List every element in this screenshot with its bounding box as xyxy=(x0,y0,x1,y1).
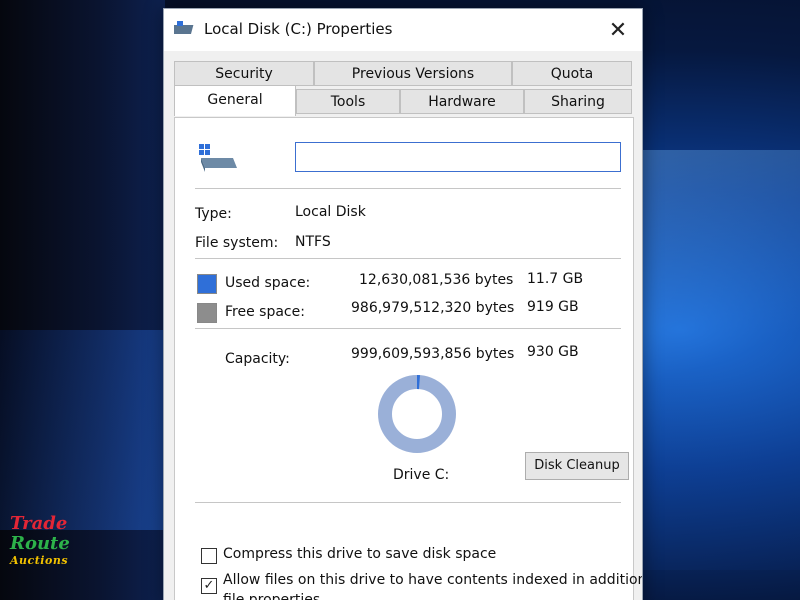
title-bar[interactable]: Local Disk (C:) Properties ✕ xyxy=(164,9,642,51)
compress-label: Compress this drive to save disk space xyxy=(223,546,497,562)
watermark-logo: Trade Route Auctions xyxy=(10,514,82,588)
desktop-wallpaper xyxy=(640,150,800,570)
disk-cleanup-button[interactable]: Disk Cleanup xyxy=(525,452,629,480)
free-space-swatch xyxy=(197,303,217,323)
disk-usage-donut xyxy=(378,375,456,453)
tab-tools[interactable]: Tools xyxy=(296,89,400,114)
index-label: Allow files on this drive to have conten… xyxy=(223,572,643,588)
free-space-bytes: 986,979,512,320 bytes xyxy=(351,300,515,316)
drive-icon xyxy=(174,21,194,34)
watermark-line1: Trade xyxy=(10,513,68,534)
tab-sharing[interactable]: Sharing xyxy=(524,89,632,114)
capacity-size: 930 GB xyxy=(527,344,579,360)
window-title: Local Disk (C:) Properties xyxy=(204,20,393,38)
free-space-label: Free space: xyxy=(225,304,305,320)
free-space-ring xyxy=(378,375,456,453)
index-label-line2: file properties xyxy=(223,592,321,600)
used-space-label: Used space: xyxy=(225,275,311,291)
free-space-size: 919 GB xyxy=(527,299,579,315)
used-space-bytes: 12,630,081,536 bytes xyxy=(359,272,514,288)
used-space-swatch xyxy=(197,274,217,294)
watermark-line2: Route xyxy=(10,533,70,554)
separator xyxy=(195,188,621,189)
separator xyxy=(195,502,621,503)
capacity-bytes: 999,609,593,856 bytes xyxy=(351,346,515,362)
properties-dialog: Local Disk (C:) Properties ✕ Security Pr… xyxy=(163,8,643,600)
used-space-size: 11.7 GB xyxy=(527,271,584,287)
type-label: Type: xyxy=(195,206,232,222)
general-tab-panel: Type: Local Disk File system: NTFS Used … xyxy=(174,117,642,600)
tab-strip: Security Previous Versions Quota General… xyxy=(174,61,634,117)
drive-name-input[interactable] xyxy=(295,142,621,172)
file-system-value: NTFS xyxy=(295,234,331,250)
tab-hardware[interactable]: Hardware xyxy=(400,89,524,114)
index-checkbox[interactable]: ✓ xyxy=(201,578,217,594)
file-system-label: File system: xyxy=(195,235,279,251)
windows-drive-icon xyxy=(199,144,237,172)
capacity-label: Capacity: xyxy=(225,351,290,367)
tab-general[interactable]: General xyxy=(174,85,296,116)
tab-security[interactable]: Security xyxy=(174,61,314,86)
close-icon[interactable]: ✕ xyxy=(604,17,632,45)
separator xyxy=(195,258,621,259)
drive-label: Drive C: xyxy=(393,467,450,483)
tab-quota[interactable]: Quota xyxy=(512,61,632,86)
watermark-line3: Auctions xyxy=(10,554,69,567)
type-value: Local Disk xyxy=(295,204,366,220)
compress-checkbox[interactable] xyxy=(201,548,217,564)
tab-previous-versions[interactable]: Previous Versions xyxy=(314,61,512,86)
separator xyxy=(195,328,621,329)
desktop-wallpaper-left xyxy=(0,330,170,530)
